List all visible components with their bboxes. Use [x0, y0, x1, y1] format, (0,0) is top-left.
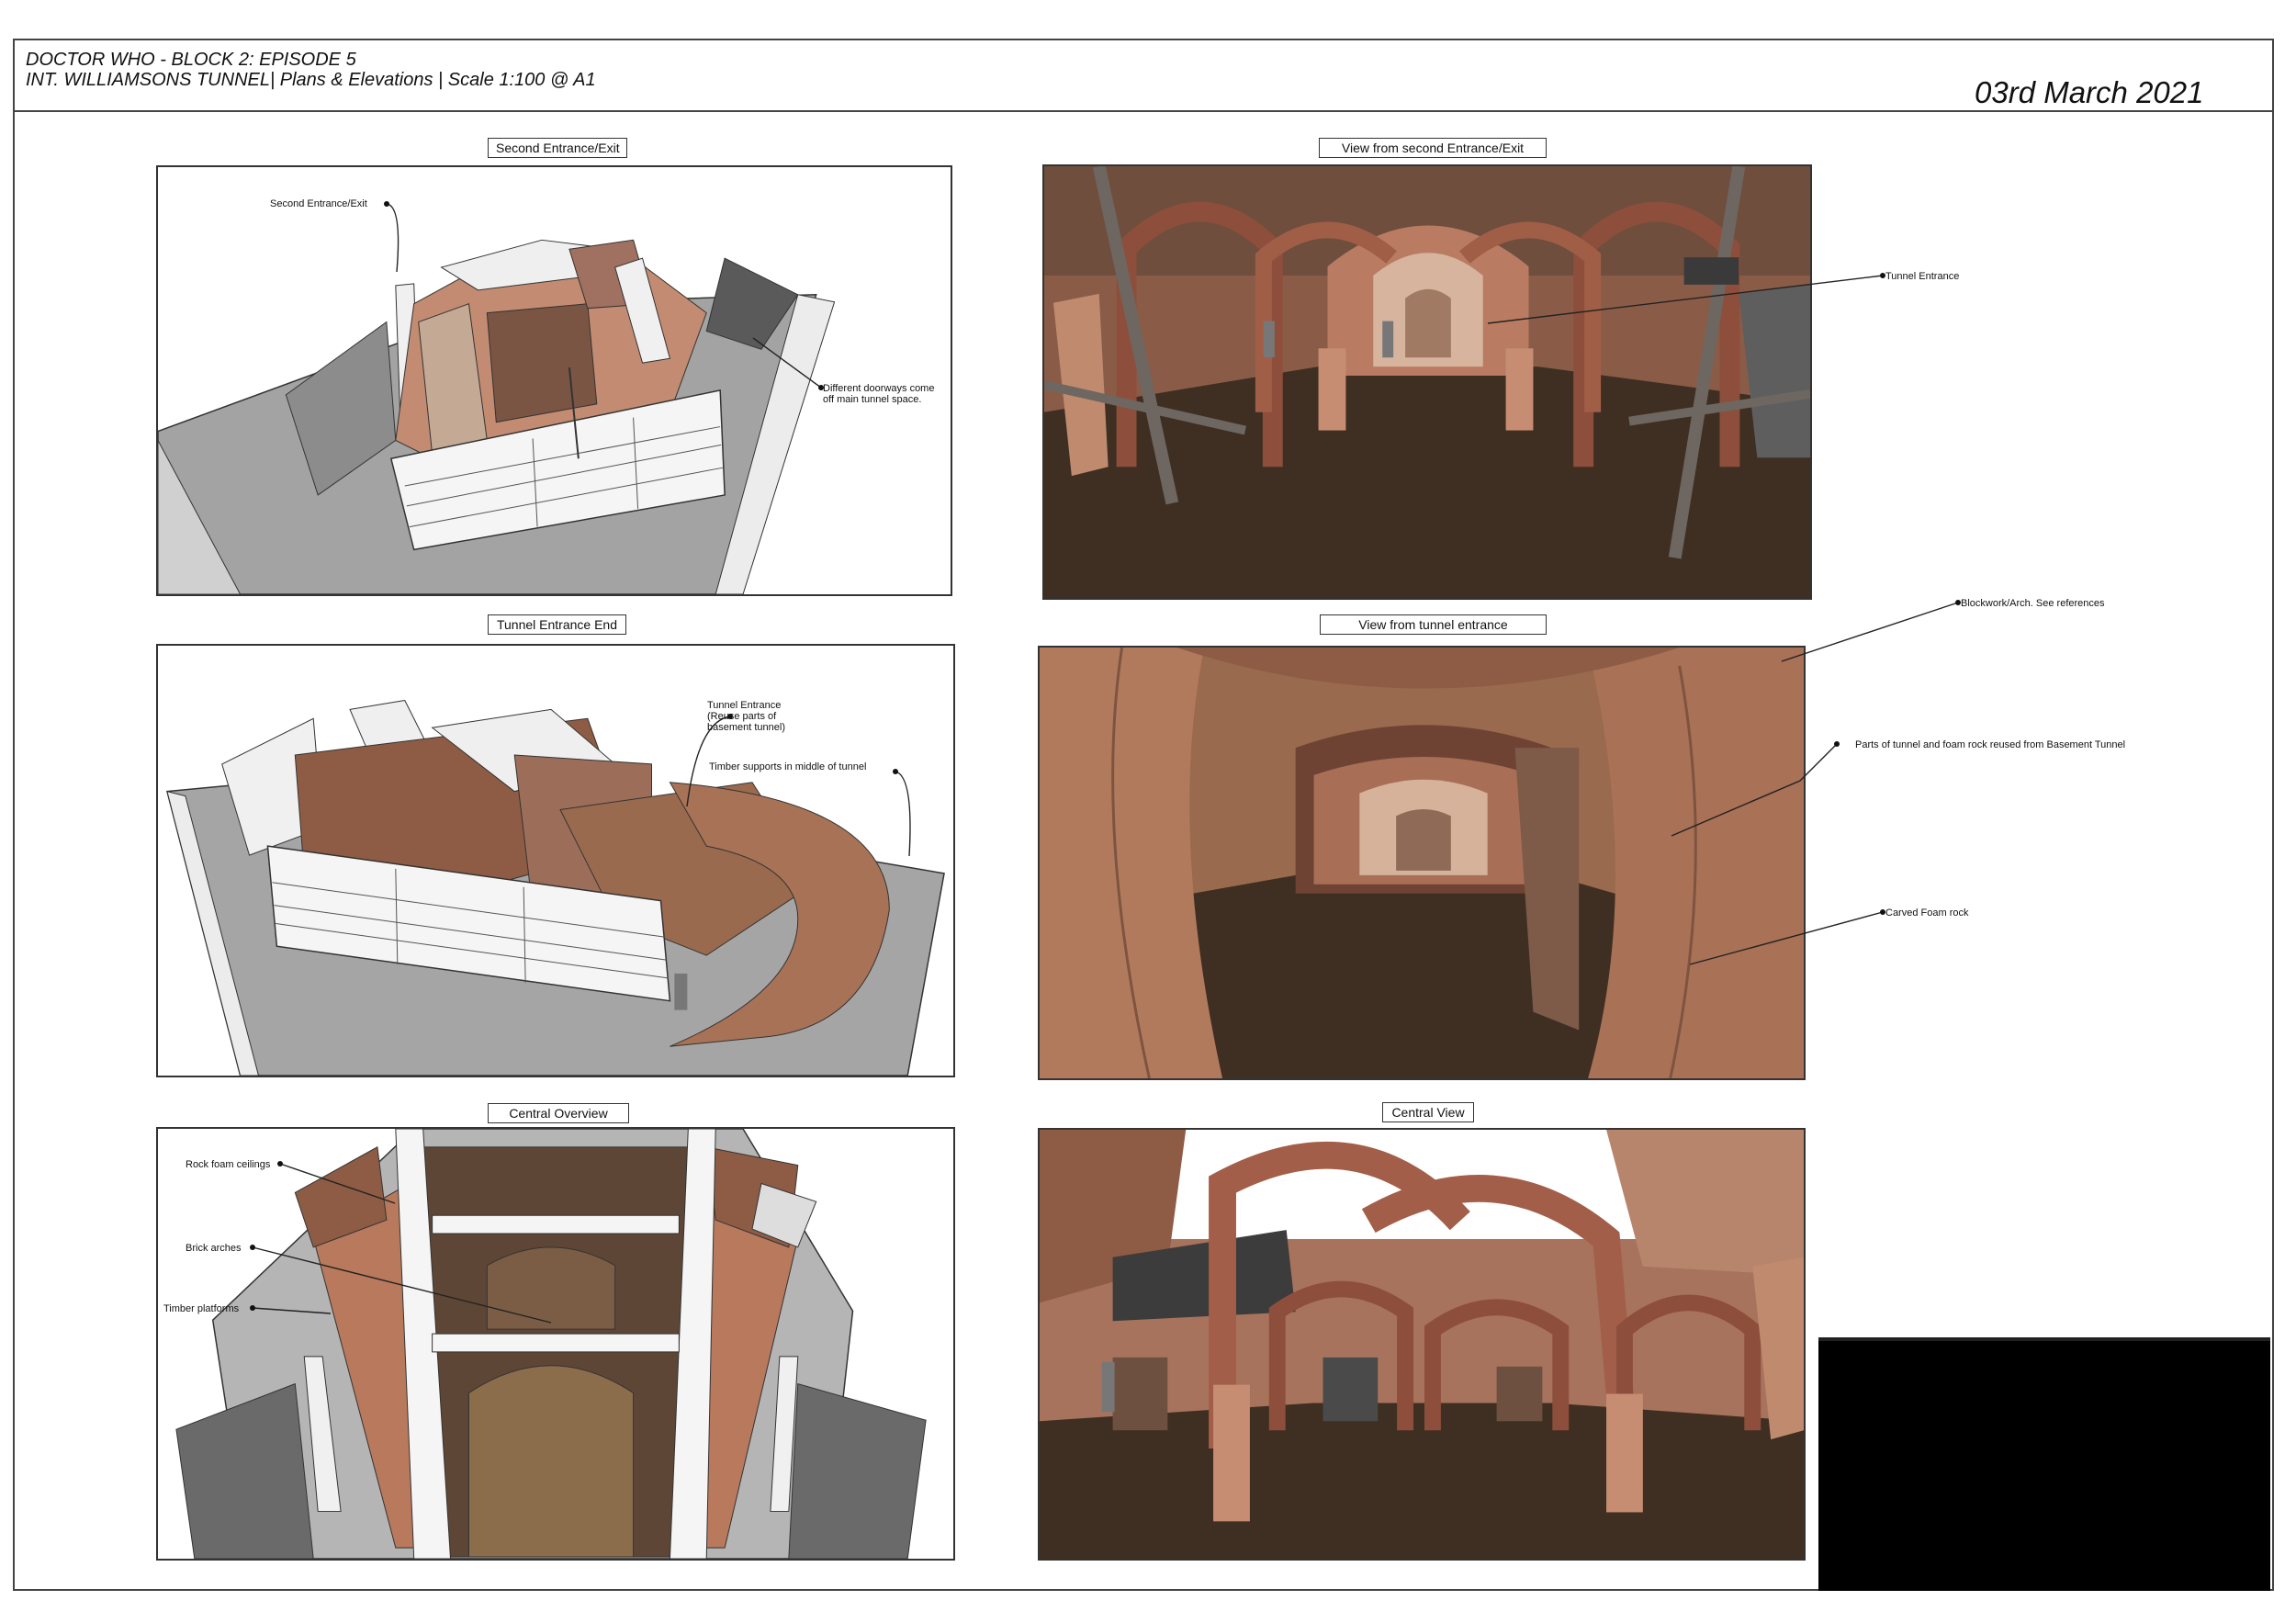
panel-view-tunnel-entrance-render — [1038, 646, 1806, 1080]
iso-model-tunnel-entrance — [158, 646, 953, 1076]
iso-model-central-overview — [158, 1129, 953, 1559]
note-different-doorways: Different doorways come off main tunnel … — [823, 383, 935, 405]
render-tunnel-interior-3 — [1040, 1130, 1804, 1559]
panel-title-view-second-entrance: View from second Entrance/Exit — [1319, 138, 1547, 158]
note-tunnel-entrance: Tunnel Entrance — [1885, 271, 1960, 282]
note-carved-foam: Carved Foam rock — [1885, 907, 1969, 919]
panel-title-central-overview: Central Overview — [488, 1103, 629, 1123]
panel-title-second-entrance: Second Entrance/Exit — [488, 138, 627, 158]
drawing-subtitle: INT. WILLIAMSONS TUNNEL| Plans & Elevati… — [26, 70, 596, 90]
note-timber-platforms: Timber platforms — [163, 1303, 240, 1314]
note-parts-reused: Parts of tunnel and foam rock reused fro… — [1855, 739, 2126, 750]
render-tunnel-interior-1 — [1044, 166, 1810, 598]
panel-view-second-entrance-render — [1042, 164, 1812, 600]
panel-central-view-render — [1038, 1128, 1806, 1561]
drawing-title: DOCTOR WHO - BLOCK 2: EPISODE 5 — [26, 50, 356, 70]
panel-title-central-view: Central View — [1382, 1102, 1474, 1122]
note-brick-arches: Brick arches — [186, 1243, 242, 1254]
note-blockwork: Blockwork/Arch. See references — [1961, 598, 2105, 609]
panel-second-entrance-iso — [156, 165, 952, 596]
header-divider — [13, 110, 2274, 112]
iso-model-second-entrance — [158, 167, 951, 594]
panel-tunnel-entrance-iso — [156, 644, 955, 1077]
render-tunnel-interior-2 — [1040, 648, 1804, 1078]
note-timber-supports: Timber supports in middle of tunnel — [709, 761, 867, 772]
title-block-redacted — [1818, 1341, 2270, 1591]
panel-title-tunnel-entrance-end: Tunnel Entrance End — [488, 614, 626, 635]
note-rock-foam-ceilings: Rock foam ceilings — [186, 1159, 271, 1170]
note-second-entrance: Second Entrance/Exit — [270, 198, 367, 209]
panel-title-view-tunnel-entrance: View from tunnel entrance — [1320, 614, 1547, 635]
note-tunnel-entrance-reuse: Tunnel Entrance (Reuse parts of basement… — [707, 700, 785, 733]
drawing-date: 03rd March 2021 — [1975, 75, 2204, 109]
panel-central-overview-iso — [156, 1127, 955, 1561]
